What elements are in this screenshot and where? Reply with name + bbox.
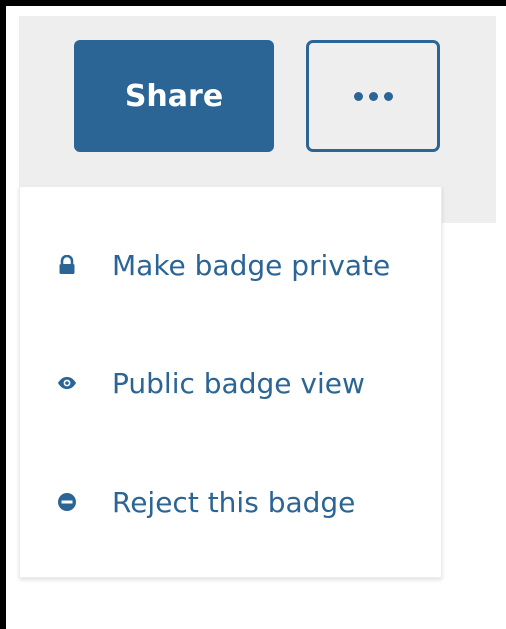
menu-item-public-view[interactable]: Public badge view [20,353,441,413]
more-options-dropdown: Make badge private Public badge view Rej… [19,186,442,578]
eye-icon [57,373,77,393]
menu-item-reject-badge[interactable]: Reject this badge [20,472,441,532]
menu-item-make-private[interactable]: Make badge private [20,235,441,295]
menu-item-label: Public badge view [112,366,365,400]
share-button-label: Share [124,78,224,114]
minus-circle-icon [57,492,77,512]
more-options-button[interactable] [306,40,440,152]
ellipsis-icon [353,91,393,101]
menu-item-label: Make badge private [112,248,391,282]
share-button[interactable]: Share [74,40,274,152]
menu-item-label: Reject this badge [112,485,356,519]
lock-icon [57,255,77,275]
